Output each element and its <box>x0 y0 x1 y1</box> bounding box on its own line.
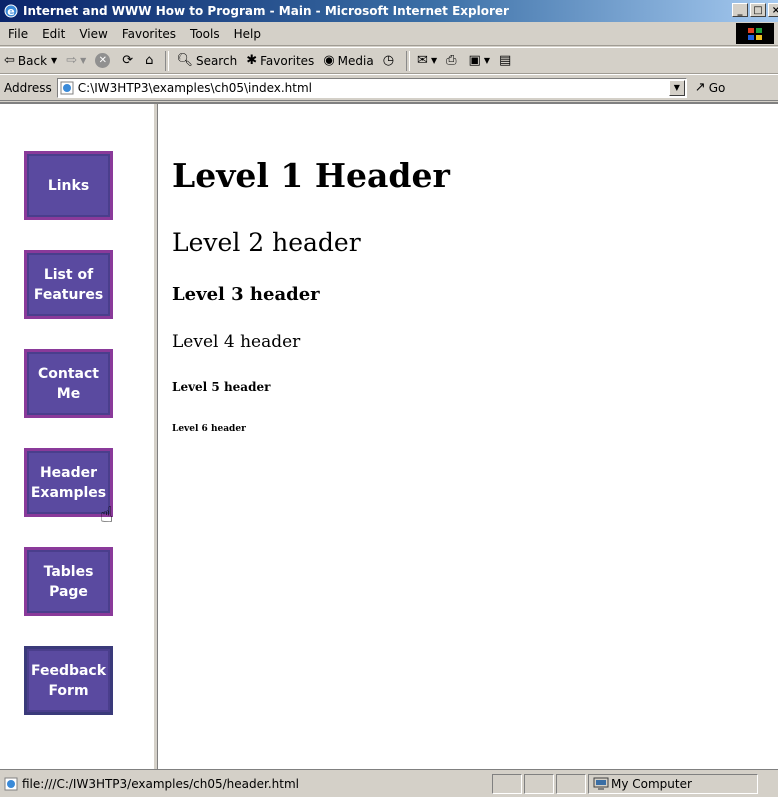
ie-page-icon <box>4 777 18 790</box>
address-bar: Address C:\IW3HTP3\examples\ch05\index.h… <box>0 74 778 101</box>
my-computer-icon <box>593 777 609 790</box>
menu-view[interactable]: View <box>72 27 114 41</box>
ie-page-icon <box>60 81 74 94</box>
windows-logo-icon <box>736 23 774 44</box>
address-label: Address <box>4 80 52 95</box>
refresh-icon: ⟳ <box>122 53 134 68</box>
toolbar-separator <box>165 50 170 71</box>
menu-bar: File Edit View Favorites Tools Help <box>0 22 778 46</box>
mail-icon: ✉ <box>417 53 428 68</box>
level-5-header: Level 5 header <box>172 380 271 394</box>
address-input[interactable]: C:\IW3HTP3\examples\ch05\index.html ▼ <box>56 77 687 98</box>
go-arrow-icon: ↗ <box>694 80 706 95</box>
toolbar-separator <box>406 50 411 71</box>
stop-icon: ✕ <box>95 53 111 68</box>
menu-help[interactable]: Help <box>227 27 268 41</box>
level-1-header: Level 1 Header <box>172 156 450 195</box>
svg-text:e: e <box>7 5 14 18</box>
forward-button[interactable]: ⇨ ▼ <box>66 53 86 68</box>
history-button[interactable]: ◷ <box>383 53 397 68</box>
security-zone: My Computer <box>588 773 758 794</box>
chevron-down-icon: ▼ <box>80 56 87 65</box>
title-bar: e Internet and WWW How to Program - Main… <box>0 0 778 22</box>
word-edit-icon: ▣ <box>468 53 481 68</box>
forward-arrow-icon: ⇨ <box>66 53 78 68</box>
nav-button-list-of-features[interactable]: List of Features <box>24 250 113 319</box>
back-label: Back <box>17 53 48 68</box>
close-button[interactable]: × <box>768 3 778 17</box>
window-title: Internet and WWW How to Program - Main -… <box>23 4 509 18</box>
status-bar: file:///C:/IW3HTP3/examples/ch05/header.… <box>0 769 778 797</box>
content-area: Links List of Features Contact Me Header… <box>0 102 778 769</box>
status-cell <box>492 773 522 794</box>
status-url: file:///C:/IW3HTP3/examples/ch05/header.… <box>22 776 300 791</box>
level-6-header: Level 6 header <box>172 424 246 434</box>
menu-tools[interactable]: Tools <box>183 27 227 41</box>
discuss-icon: ▤ <box>498 53 512 68</box>
status-text-area: file:///C:/IW3HTP3/examples/ch05/header.… <box>0 777 492 791</box>
media-icon: ◉ <box>323 53 335 68</box>
level-2-header: Level 2 header <box>172 228 361 257</box>
address-dropdown-button[interactable]: ▼ <box>668 79 685 96</box>
chevron-down-icon: ▼ <box>673 83 680 92</box>
menu-file[interactable]: File <box>0 27 35 41</box>
favorites-label: Favorites <box>260 53 315 68</box>
discuss-button[interactable]: ▤ <box>499 53 514 68</box>
nav-frame: Links List of Features Contact Me Header… <box>0 104 153 769</box>
minimize-button[interactable]: _ <box>732 3 748 17</box>
home-button[interactable]: ⌂ <box>145 53 156 68</box>
ie-logo-icon: e <box>4 4 18 18</box>
address-value: C:\IW3HTP3\examples\ch05\index.html <box>77 80 313 95</box>
media-label: Media <box>337 53 374 68</box>
nav-button-tables-page[interactable]: Tables Page <box>24 547 113 616</box>
standard-toolbar: ⇦ Back ▼ ⇨ ▼ ✕ ⟳ ⌂ 🔍︎ Search ✱ Favorites… <box>0 47 778 74</box>
chevron-down-icon: ▼ <box>51 56 58 65</box>
maximize-button[interactable]: □ <box>750 3 766 17</box>
stop-button[interactable]: ✕ <box>95 53 113 68</box>
refresh-button[interactable]: ⟳ <box>122 53 136 68</box>
level-3-header: Level 3 header <box>172 284 320 305</box>
menu-favorites[interactable]: Favorites <box>115 27 183 41</box>
back-arrow-icon: ⇦ <box>4 53 15 68</box>
home-icon: ⌂ <box>145 53 154 68</box>
menu-edit[interactable]: Edit <box>35 27 72 41</box>
main-frame: Level 1 Header Level 2 header Level 3 he… <box>158 104 778 769</box>
media-button[interactable]: ◉ Media <box>323 53 373 68</box>
favorites-button[interactable]: ✱ Favorites <box>246 53 314 68</box>
chevron-down-icon: ▼ <box>483 56 490 65</box>
nav-button-contact-me[interactable]: Contact Me <box>24 349 113 418</box>
status-cell <box>556 773 586 794</box>
window-controls: _ □ × <box>732 3 778 17</box>
search-button[interactable]: 🔍︎ Search <box>176 53 237 68</box>
search-label: Search <box>195 53 238 68</box>
chevron-down-icon: ▼ <box>430 56 438 65</box>
go-button[interactable]: ↗ Go <box>695 80 726 95</box>
status-cell <box>524 773 554 794</box>
nav-button-feedback-form[interactable]: Feedback Form <box>24 646 113 715</box>
history-icon: ◷ <box>382 53 395 68</box>
level-4-header: Level 4 header <box>172 332 301 352</box>
hand-cursor-icon: ☝ <box>100 503 114 528</box>
favorites-star-icon: ✱ <box>246 53 258 68</box>
browser-window: e Internet and WWW How to Program - Main… <box>0 0 778 797</box>
search-icon: 🔍︎ <box>176 53 193 68</box>
print-button[interactable]: ⎙ <box>446 53 459 68</box>
print-icon: ⎙ <box>446 53 457 68</box>
nav-button-links[interactable]: Links <box>24 151 113 220</box>
back-button[interactable]: ⇦ Back ▼ <box>4 53 57 68</box>
go-label: Go <box>708 80 726 95</box>
zone-label: My Computer <box>611 776 692 791</box>
edit-button[interactable]: ▣ ▼ <box>469 53 490 68</box>
mail-button[interactable]: ✉ ▼ <box>417 53 437 68</box>
